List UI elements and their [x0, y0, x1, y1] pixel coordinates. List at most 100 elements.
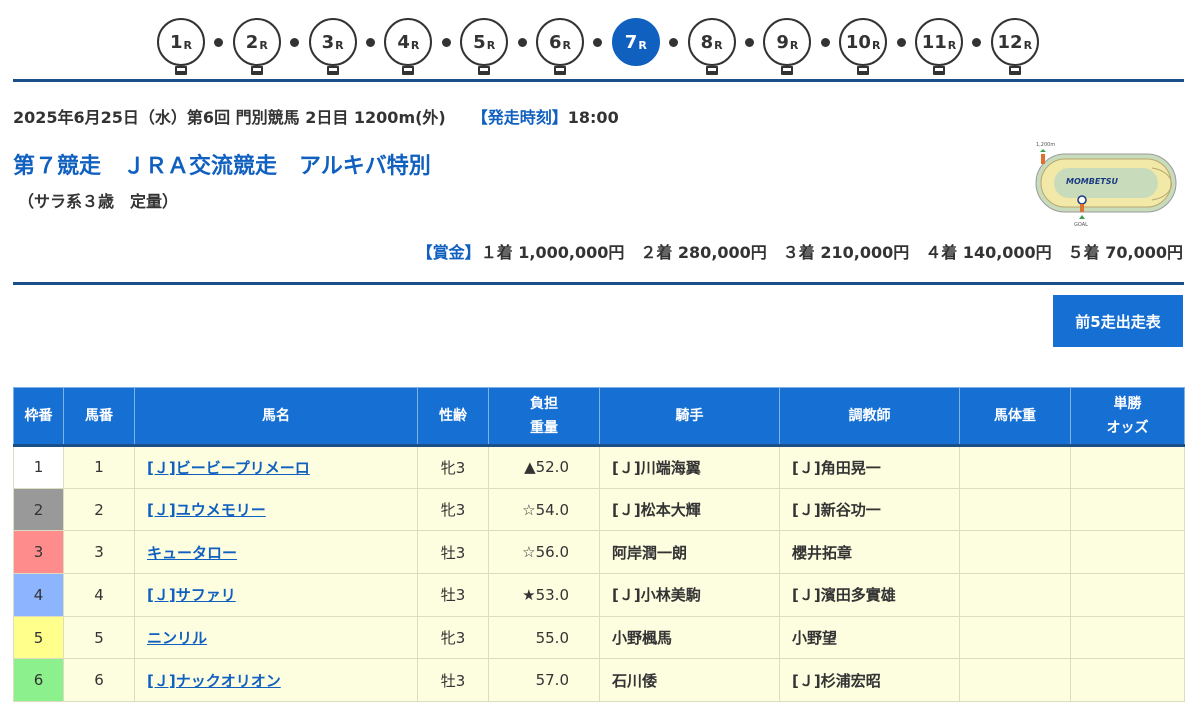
race-tab-suffix: R	[871, 38, 881, 52]
race-tab-number: 10	[845, 31, 871, 53]
waku-cell: 2	[13, 487, 64, 532]
race-tab-6[interactable]: 6R	[536, 18, 584, 78]
start-marker	[1041, 154, 1045, 164]
entries-table: 枠番 馬番 馬名 性齢 負担 重量 騎手 調教師 馬体重 単勝 オッズ 1 1 [Ｊ…	[13, 387, 1185, 703]
horse-name-cell: [Ｊ]ユウメモリー	[134, 487, 418, 532]
header-umaban[interactable]: 馬番	[63, 387, 135, 447]
horse-name-link[interactable]: ニンリル	[147, 629, 207, 647]
race-tab-suffix: R	[410, 38, 420, 52]
race-date-info: 2025年6月25日（水）第6回 門別競馬 2日目 1200m(外) 【発走時刻】…	[13, 104, 619, 128]
race-title: 第７競走 ＪＲＡ交流競走 アルキバ特別	[13, 154, 431, 179]
waku-cell: 6	[13, 658, 64, 703]
race-tab-circle: 3R	[308, 18, 357, 66]
sex-age-cell: 牡3	[417, 530, 489, 575]
weight-cell: ▲52.0	[488, 445, 600, 489]
race-tab-suffix: R	[183, 38, 192, 52]
goal-arrow-icon	[1079, 215, 1085, 219]
trainer-cell: [Ｊ]濱田多實雄	[779, 573, 960, 617]
race-separator-dot	[669, 38, 679, 47]
course-track-name: MOMBETSU	[1066, 177, 1119, 186]
weight-cell: 57.0	[488, 658, 600, 703]
top-divider	[13, 79, 1184, 82]
umaban-cell: 6	[63, 658, 135, 703]
race-tab-suffix: R	[562, 38, 571, 52]
race-separator-dot	[441, 38, 451, 47]
race-tab-4[interactable]: 4R	[384, 18, 433, 78]
race-tab-1[interactable]: 1R	[157, 18, 205, 78]
race-separator-dot	[745, 38, 754, 47]
race-tab-circle: 11 R	[915, 18, 963, 66]
waku-cell: 4	[13, 573, 64, 617]
header-weight[interactable]: 負担 重量	[488, 387, 600, 447]
race-tab-circle: 7R	[611, 18, 660, 66]
weight-cell: ☆54.0	[488, 487, 600, 532]
odds-cell	[1070, 573, 1185, 617]
race-navigation: 1 R 2 R 3 R 4 R 5 R 6 R 7 R 8 R 9 R 10 R 11 R 12 R	[0, 18, 1197, 78]
umaban-cell: 5	[63, 615, 135, 660]
prize-text: １着 1,000,000円 ２着 280,000円 ３着 210,000円 ４着…	[480, 243, 1183, 262]
race-tab-circle: 2R	[232, 18, 281, 66]
header-odds[interactable]: 単勝 オッズ	[1070, 387, 1185, 447]
race-tab-stem	[175, 66, 187, 75]
race-conditions: （サラ系３歳 定量）	[18, 192, 179, 211]
header-body-weight[interactable]: 馬体重	[959, 387, 1071, 447]
past5-entries-button[interactable]: 前5走出走表	[1053, 295, 1183, 347]
race-tab-2[interactable]: 2R	[232, 18, 281, 78]
horse-name-cell: [Ｊ]ナックオリオン	[134, 658, 418, 703]
odds-cell	[1070, 658, 1185, 703]
header-weight-line2: 重量	[530, 420, 558, 436]
post-time: 18:00	[567, 108, 619, 127]
race-tab-circle: 6R	[536, 18, 584, 66]
race-tab-stem	[326, 66, 339, 75]
race-tab-number: 3	[321, 31, 335, 53]
start-arrow-icon	[1040, 149, 1046, 152]
race-separator-dot	[290, 38, 300, 47]
weight-cell: ☆56.0	[488, 530, 600, 575]
goal-icon	[1077, 195, 1087, 205]
race-tab-11[interactable]: 11 R	[915, 18, 963, 78]
race-tab-9[interactable]: 9R	[763, 18, 812, 78]
race-tab-stem	[781, 66, 794, 75]
race-tab-circle: 9R	[763, 18, 812, 66]
horse-name-link[interactable]: [Ｊ]サファリ	[147, 586, 236, 604]
race-tab-circle: 10 R	[839, 18, 888, 66]
table-row: 5 5 ニンリル 牝3 55.0 小野楓馬 小野望	[13, 615, 1185, 660]
header-jockey[interactable]: 騎手	[599, 387, 780, 447]
goal-label: GOAL	[1074, 222, 1088, 228]
header-waku[interactable]: 枠番	[13, 387, 64, 447]
jockey-cell: 阿岸潤一朗	[599, 530, 780, 575]
header-sex-age[interactable]: 性齢	[417, 387, 489, 447]
body-weight-cell	[959, 445, 1071, 489]
horse-name-link[interactable]: キュータロー	[147, 544, 237, 562]
race-tab-suffix: R	[1023, 38, 1033, 52]
horse-name-link[interactable]: [Ｊ]ビービープリメーロ	[147, 459, 310, 477]
start-distance-label: 1,200m	[1036, 142, 1055, 148]
horse-name-cell: [Ｊ]サファリ	[134, 573, 418, 617]
race-tab-10[interactable]: 10 R	[839, 18, 888, 78]
race-separator-dot	[820, 38, 830, 47]
race-tab-5[interactable]: 5R	[460, 18, 509, 78]
race-tab-3[interactable]: 3R	[308, 18, 357, 78]
race-tab-circle: 4R	[384, 18, 433, 66]
race-tab-stem	[705, 66, 718, 75]
race-tab-number: 6	[548, 31, 562, 53]
race-tab-number: 5	[473, 31, 486, 53]
horse-name-cell: キュータロー	[134, 530, 418, 575]
sex-age-cell: 牝3	[417, 615, 489, 660]
table-row: 3 3 キュータロー 牡3 ☆56.0 阿岸潤一朗 櫻井拓章	[13, 530, 1185, 575]
horse-name-link[interactable]: [Ｊ]ナックオリオン	[147, 672, 281, 690]
race-tab-stem	[402, 66, 415, 75]
horse-name-link[interactable]: [Ｊ]ユウメモリー	[147, 501, 266, 519]
race-tab-8[interactable]: 8R	[687, 18, 736, 78]
header-horse-name[interactable]: 馬名	[134, 387, 418, 447]
race-tab-number: 4	[397, 31, 410, 53]
goal-marker	[1080, 204, 1084, 212]
body-weight-cell	[959, 658, 1071, 703]
header-trainer[interactable]: 調教師	[779, 387, 960, 447]
race-tab-7[interactable]: 7R	[611, 18, 660, 78]
race-tab-12[interactable]: 12 R	[990, 18, 1039, 78]
waku-cell: 5	[13, 615, 64, 660]
race-tab-stem	[933, 66, 945, 75]
race-tab-number: 11	[921, 31, 947, 53]
race-tab-number: 2	[245, 31, 259, 53]
